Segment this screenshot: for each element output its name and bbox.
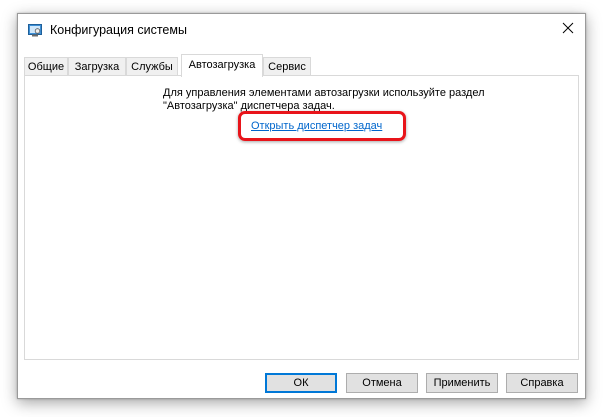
tab-general[interactable]: Общие [24, 57, 68, 75]
tab-services[interactable]: Службы [126, 57, 178, 75]
tab-boot[interactable]: Загрузка [68, 57, 126, 75]
apply-button[interactable]: Применить [426, 373, 498, 393]
title-bar[interactable]: Конфигурация системы [18, 14, 585, 47]
system-configuration-window: Конфигурация системы Общие Загрузка Служ… [17, 13, 586, 399]
close-icon [562, 21, 574, 39]
close-button[interactable] [551, 14, 585, 45]
open-task-manager-link[interactable]: Открыть диспетчер задач [251, 120, 382, 133]
help-button[interactable]: Справка [506, 373, 578, 393]
startup-info-line-2: "Автозагрузка" диспетчера задач. [163, 100, 335, 112]
startup-info-text: Для управления элементами автозагрузки и… [163, 87, 503, 113]
startup-info-line-1: Для управления элементами автозагрузки и… [163, 87, 485, 99]
tab-startup[interactable]: Автозагрузка [181, 54, 263, 77]
window-title: Конфигурация системы [50, 23, 187, 37]
ok-button[interactable]: ОК [265, 373, 337, 393]
cancel-button[interactable]: Отмена [346, 373, 418, 393]
startup-tab-panel: Для управления элементами автозагрузки и… [24, 75, 579, 360]
msconfig-app-icon [28, 23, 42, 37]
tab-tools[interactable]: Сервис [263, 57, 311, 75]
